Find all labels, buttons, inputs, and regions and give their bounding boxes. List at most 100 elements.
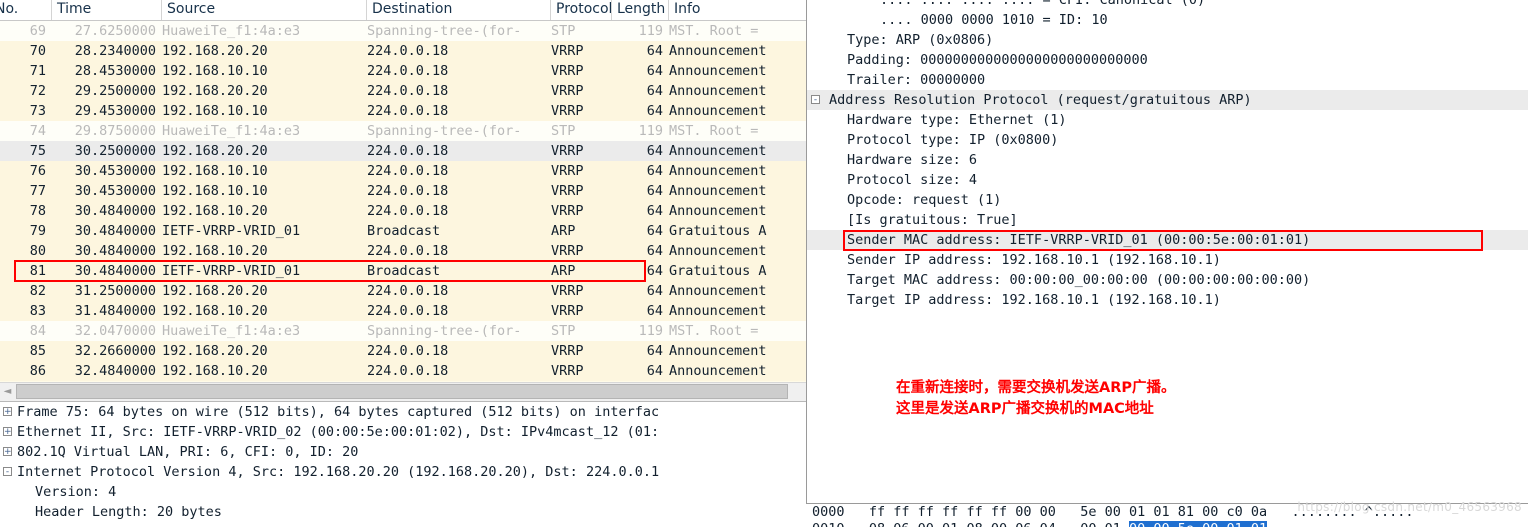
- arp-detail-row[interactable]: Hardware type: Ethernet (1): [807, 110, 1528, 130]
- cell-destination: 224.0.0.18: [367, 363, 449, 379]
- packet-row[interactable]: 78 30.4840000 192.168.10.20 224.0.0.18 VRRP 6…: [0, 201, 806, 221]
- cell-destination: 224.0.0.18: [367, 163, 449, 179]
- cell-no: 78: [29, 203, 46, 219]
- cell-no: 69: [29, 23, 46, 39]
- arp-detail-row[interactable]: Opcode: request (1): [807, 190, 1528, 210]
- arp-detail-row[interactable]: Type: ARP (0x0806): [807, 30, 1528, 50]
- cell-length: 64: [646, 303, 663, 319]
- arp-detail-row[interactable]: Protocol size: 4: [807, 170, 1528, 190]
- detail-tree-label: Frame 75: 64 bytes on wire (512 bits), 6…: [17, 404, 660, 420]
- arp-detail-label: Opcode: request (1): [847, 192, 1002, 208]
- packet-row[interactable]: 69 27.6250000 HuaweiTe_f1:4a:e3 Spanning-tr…: [0, 21, 806, 41]
- packet-row[interactable]: 71 28.4530000 192.168.10.10 224.0.0.18 VRRP 6…: [0, 61, 806, 81]
- detail-tree-row[interactable]: + Ethernet II, Src: IETF-VRRP-VRID_02 (00…: [0, 422, 806, 442]
- packet-row[interactable]: 77 30.4530000 192.168.10.10 224.0.0.18 VRRP 6…: [0, 181, 806, 201]
- packet-row[interactable]: 72 29.2500000 192.168.20.20 224.0.0.18 VRRP 6…: [0, 81, 806, 101]
- detail-tree-row[interactable]: - Internet Protocol Version 4, Src: 192.1…: [0, 462, 806, 482]
- packet-row[interactable]: 81 30.4840000 IETF-VRRP-VRID_01 Broadcast AR…: [0, 261, 806, 281]
- column-header-time[interactable]: Time: [52, 0, 162, 20]
- collapse-icon[interactable]: -: [3, 466, 12, 476]
- arp-detail-row[interactable]: Sender MAC address: IETF-VRRP-VRID_01 (0…: [807, 230, 1528, 250]
- cell-length: 64: [646, 343, 663, 359]
- cell-no: 73: [29, 103, 46, 119]
- arp-detail-row[interactable]: .... .... .... .... = CFI: Canonical (0): [807, 0, 1528, 10]
- arp-detail-label: Type: ARP (0x0806): [847, 32, 994, 48]
- cell-time: 30.4530000: [74, 163, 156, 179]
- cell-source: 192.168.20.20: [162, 143, 268, 159]
- cell-no: 76: [29, 163, 46, 179]
- column-header-source[interactable]: Source: [162, 0, 367, 20]
- arp-detail-row[interactable]: .... 0000 0000 1010 = ID: 10: [807, 10, 1528, 30]
- detail-tree-row[interactable]: Header Length: 20 bytes: [0, 502, 806, 522]
- packet-row[interactable]: 82 31.2500000 192.168.20.20 224.0.0.18 VRRP 6…: [0, 281, 806, 301]
- packet-row[interactable]: 86 32.4840000 192.168.10.20 224.0.0.18 VRRP 6…: [0, 361, 806, 381]
- packet-row[interactable]: 83 31.4840000 192.168.10.20 224.0.0.18 VRRP 6…: [0, 301, 806, 321]
- cell-protocol: VRRP: [551, 203, 584, 219]
- packet-row[interactable]: 79 30.4840000 IETF-VRRP-VRID_01 Broadcast AR…: [0, 221, 806, 241]
- cell-info: Announcement: [669, 303, 767, 319]
- cell-protocol: VRRP: [551, 303, 584, 319]
- hex-dump-row[interactable]: 0010 08 06 00 01 08 00 06 04 00 01 00 00…: [806, 521, 1528, 527]
- packet-row[interactable]: 80 30.4840000 192.168.10.20 224.0.0.18 VRRP 6…: [0, 241, 806, 261]
- packet-list-horizontal-scrollbar[interactable]: ◄: [0, 382, 806, 402]
- cell-length: 64: [646, 243, 663, 259]
- column-header-info[interactable]: Info: [669, 0, 806, 20]
- cell-time: 29.2500000: [74, 83, 156, 99]
- detail-tree-row[interactable]: +802.1Q Virtual LAN, PRI: 6, CFI: 0, ID:…: [0, 442, 806, 462]
- arp-detail-row[interactable]: Padding: 0000000000000000000000000000: [807, 50, 1528, 70]
- arp-detail-row[interactable]: Trailer: 00000000: [807, 70, 1528, 90]
- cell-info: Gratuitous A: [669, 223, 767, 239]
- packet-row[interactable]: 70 28.2340000 192.168.20.20 224.0.0.18 VRRP 6…: [0, 41, 806, 61]
- arp-detail-row[interactable]: Target MAC address: 00:00:00_00:00:00 (0…: [807, 270, 1528, 290]
- packet-row[interactable]: 74 29.8750000 HuaweiTe_f1:4a:e3 Spanning-tr…: [0, 121, 806, 141]
- packet-list-body[interactable]: 69 27.6250000 HuaweiTe_f1:4a:e3 Spanning-tr…: [0, 21, 806, 383]
- arp-detail-row[interactable]: [Is gratuitous: True]: [807, 210, 1528, 230]
- arp-detail-label: Protocol type: IP (0x0800): [847, 132, 1059, 148]
- packet-row[interactable]: 84 32.0470000 HuaweiTe_f1:4a:e3 Spanning-tr…: [0, 321, 806, 341]
- collapse-icon[interactable]: -: [811, 95, 820, 105]
- scroll-left-arrow[interactable]: ◄: [0, 384, 15, 399]
- arp-detail-label: Target MAC address: 00:00:00_00:00:00 (0…: [847, 272, 1311, 288]
- arp-detail-label: Sender IP address: 192.168.10.1 (192.168…: [847, 252, 1221, 268]
- arp-detail-label: Hardware size: 6: [847, 152, 978, 168]
- detail-tree-row[interactable]: + Frame 75: 64 bytes on wire (512 bits), …: [0, 402, 806, 422]
- cell-no: 72: [29, 83, 46, 99]
- cell-source: 192.168.10.10: [162, 183, 268, 199]
- arp-detail-row[interactable]: Hardware size: 6: [807, 150, 1528, 170]
- packet-details-pane-left[interactable]: + Frame 75: 64 bytes on wire (512 bits), …: [0, 402, 806, 527]
- packet-details-tree-right[interactable]: .... .... .... .... = CFI: Canonical (0)…: [807, 0, 1528, 497]
- packet-row[interactable]: 73 29.4530000 192.168.10.10 224.0.0.18 VRRP 6…: [0, 101, 806, 121]
- detail-tree-row[interactable]: Version: 4: [0, 482, 806, 502]
- cell-protocol: VRRP: [551, 283, 584, 299]
- arp-detail-row[interactable]: Protocol type: IP (0x0800): [807, 130, 1528, 150]
- column-header-no[interactable]: No.: [0, 0, 52, 20]
- column-header-length[interactable]: Length: [612, 0, 669, 20]
- cell-length: 64: [646, 203, 663, 219]
- arp-detail-row[interactable]: Sender IP address: 192.168.10.1 (192.168…: [807, 250, 1528, 270]
- packet-row[interactable]: 76 30.4530000 192.168.10.10 224.0.0.18 VRRP 6…: [0, 161, 806, 181]
- cell-length: 64: [646, 83, 663, 99]
- column-header-destination[interactable]: Destination: [367, 0, 551, 20]
- expand-icon[interactable]: +: [3, 426, 12, 436]
- detail-tree-label: Ethernet II, Src: IETF-VRRP-VRID_02 (00:…: [17, 424, 660, 440]
- packet-row[interactable]: 85 32.2660000 192.168.20.20 224.0.0.18 VRRP 6…: [0, 341, 806, 361]
- right-pane: .... .... .... .... = CFI: Canonical (0)…: [806, 0, 1528, 527]
- cell-destination: 224.0.0.18: [367, 103, 449, 119]
- scrollbar-thumb[interactable]: [16, 384, 788, 399]
- cell-info: Announcement: [669, 343, 767, 359]
- cell-length: 64: [646, 103, 663, 119]
- arp-detail-row[interactable]: - Address Resolution Protocol (request/gr…: [807, 90, 1528, 110]
- column-header-protocol[interactable]: Protocol: [551, 0, 612, 20]
- expand-icon[interactable]: +: [3, 406, 12, 416]
- cell-length: 64: [646, 143, 663, 159]
- cell-destination: 224.0.0.18: [367, 243, 449, 259]
- arp-detail-row[interactable]: Target IP address: 192.168.10.1 (192.168…: [807, 290, 1528, 310]
- expand-icon[interactable]: +: [3, 446, 12, 456]
- cell-destination: 224.0.0.18: [367, 343, 449, 359]
- cell-protocol: VRRP: [551, 143, 584, 159]
- packet-row[interactable]: 75 30.2500000 192.168.20.20 224.0.0.18 VRRP 6…: [0, 141, 806, 161]
- packet-list-header: No.TimeSourceDestinationProtocolLengthIn…: [0, 0, 806, 21]
- cell-info: Announcement: [669, 283, 767, 299]
- cell-info: Announcement: [669, 243, 767, 259]
- cell-info: Gratuitous A: [669, 263, 767, 279]
